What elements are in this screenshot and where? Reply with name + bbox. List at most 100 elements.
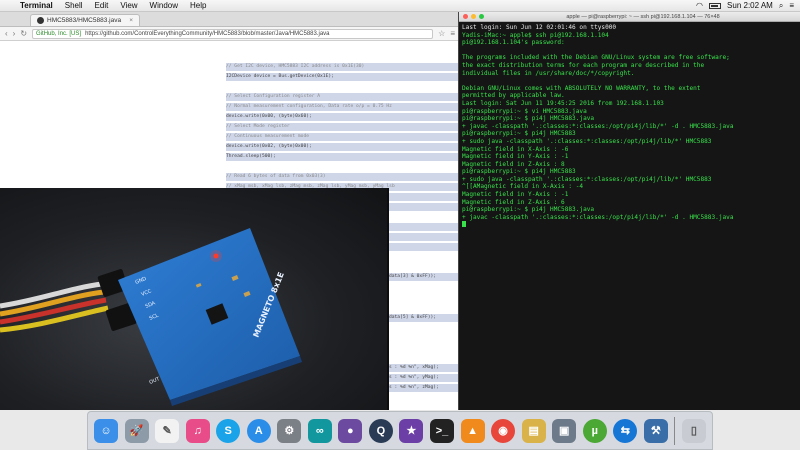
arduino-icon[interactable]: ∞ — [307, 418, 332, 443]
imovie-icon[interactable]: ★ — [399, 418, 424, 443]
minimize-window-icon[interactable] — [471, 14, 476, 19]
reload-icon[interactable]: ↻ — [20, 29, 27, 38]
terminal-line: Last login: Sat Jun 11 19:45:25 2016 fro… — [462, 99, 664, 107]
terminal-cursor — [462, 221, 466, 228]
screenshot-icon[interactable]: ▣ — [552, 418, 577, 443]
pin-label-out: OUT — [149, 376, 162, 386]
dock: ☺ 🚀 ✎ ♫ S A ⚙ ∞ ● Q ★ >_ ▲ ◉ ▤ ▣ µ ⇆ ⚒ ▯ — [87, 411, 713, 450]
tab-close-icon[interactable]: × — [129, 17, 133, 24]
back-arrow-icon[interactable]: ‹ — [5, 29, 8, 38]
spotlight-icon[interactable]: ⌕ — [779, 1, 783, 11]
code-line: device.write(0x00, (byte)0x60); — [226, 113, 460, 121]
code-line-fragment: s : %d %n", xMag); — [389, 364, 458, 372]
code-line: // Select Configuration register A — [226, 93, 460, 101]
browser-tab[interactable]: HMC5883/HMC5883.java × — [30, 14, 140, 26]
notification-center-icon[interactable]: ≡ — [789, 1, 794, 10]
terminal-line: Last login: Sun Jun 12 02:01:46 on ttys0… — [462, 24, 617, 31]
github-icon[interactable]: ● — [338, 418, 363, 443]
code-line: // Read 6 bytes of data from 0x03(3) — [226, 173, 460, 181]
terminal-line: + javac -classpath '.:classes:*:classes:… — [462, 213, 734, 221]
terminal-line: + sudo java -classpath '.:classes:*:clas… — [462, 175, 712, 183]
terminal-line: + javac -classpath '.:classes:*:classes:… — [462, 122, 734, 130]
code-line: // Continuous measurement mode — [226, 133, 460, 141]
utorrent-icon[interactable]: µ — [582, 418, 607, 443]
menu-bar: Terminal Shell Edit View Window Help ◠ S… — [0, 0, 800, 12]
terminal-line: pi@raspberrypi:~ $ pi4j HMC5883 — [462, 168, 576, 176]
terminal-line: Magnetic field in Y-Axis : -1 — [462, 153, 569, 161]
finder-icon[interactable]: ☺ — [94, 418, 118, 443]
terminal-title: apple — pi@raspberrypi: ~ — ssh pi@192.1… — [566, 13, 720, 20]
launchpad-icon[interactable]: 🚀 — [124, 418, 149, 443]
menu-item-window[interactable]: Window — [144, 1, 184, 10]
code-line: // Normal measurement configuration, Dat… — [226, 103, 460, 111]
sensor-photo: MAGNETO 8x1E GND VCC SDA SCL OUT — [0, 188, 389, 410]
terminal-line: Yadis-iMac:~ apple$ ssh pi@192.168.1.104 — [462, 31, 609, 39]
browser-tab-bar: HMC5883/HMC5883.java × — [0, 12, 460, 27]
browser-menu-icon[interactable]: ≡ — [450, 29, 455, 38]
terminal-line: permitted by applicable law. — [462, 92, 565, 100]
bookmark-star-icon[interactable]: ☆ — [438, 29, 445, 38]
terminal-output[interactable]: Last login: Sun Jun 12 02:01:46 on ttys0… — [459, 22, 800, 410]
forward-arrow-icon[interactable]: › — [13, 29, 16, 38]
url-input[interactable]: GitHub, Inc. [US] https://github.com/Con… — [32, 28, 434, 39]
terminal-line: The programs included with the Debian GN… — [462, 54, 730, 62]
code-line: device.write(0x02, (byte)0x00); — [226, 143, 460, 151]
close-window-icon[interactable] — [463, 14, 468, 19]
terminal-line: Magnetic field in Y-Axis : -1 — [462, 191, 569, 199]
menu-item-view[interactable]: View — [114, 1, 143, 10]
terminal-prompt-line[interactable] — [462, 221, 797, 229]
zoom-window-icon[interactable] — [479, 14, 484, 19]
code-line: // Get I2C device, HMC5883 I2C address i… — [226, 63, 460, 71]
code-line-fragment: s : %d %n", yMag); — [389, 374, 458, 382]
quicktime-icon[interactable]: Q — [368, 418, 393, 443]
archive-utility-icon[interactable]: ▤ — [521, 418, 546, 443]
dock-separator — [674, 416, 676, 445]
terminal-window[interactable]: apple — pi@raspberrypi: ~ — ssh pi@192.1… — [458, 12, 800, 410]
terminal-line: Debian GNU/Linux comes with ABSOLUTELY N… — [462, 84, 701, 92]
terminal-line: Magnetic field in Z-Axis : 8 — [462, 160, 565, 168]
terminal-line: pi@raspberrypi:~ $ vi HMC5883.java — [462, 107, 587, 115]
code-line-fragment: s : %d %n", zMag); — [389, 384, 458, 392]
terminal-line: pi@raspberrypi:~ $ pi4j HMC5883.java — [462, 115, 595, 123]
secure-site-label: GitHub, Inc. [US] — [36, 30, 82, 37]
code-line: Thread.sleep(500); — [226, 153, 460, 161]
menubar-status-area: ◠ Sun 2:02 AM ⌕ ≡ — [696, 1, 800, 11]
wifi-icon[interactable]: ◠ — [696, 1, 703, 10]
itunes-icon[interactable]: ♫ — [185, 418, 210, 443]
sensor-photo-image: MAGNETO 8x1E GND VCC SDA SCL OUT — [0, 228, 302, 406]
vlc-icon[interactable]: ▲ — [460, 418, 485, 443]
teamviewer-icon[interactable]: ⇆ — [613, 418, 638, 443]
address-bar-row: ‹ › ↻ GitHub, Inc. [US] https://github.c… — [0, 27, 460, 41]
terminal-line: the exact distribution terms for each pr… — [462, 61, 705, 69]
menu-item-help[interactable]: Help — [184, 1, 212, 10]
appstore-icon[interactable]: A — [246, 418, 271, 443]
menu-item-terminal[interactable]: Terminal — [14, 1, 59, 10]
code-line-fragment: data[5] & 0xFF)); — [389, 314, 458, 322]
system-preferences-icon[interactable]: ⚙ — [277, 418, 302, 443]
textedit-icon[interactable]: ✎ — [155, 418, 180, 443]
terminal-title-bar: apple — pi@raspberrypi: ~ — ssh pi@192.1… — [459, 12, 800, 22]
terminal-line: pi@192.168.1.104's password: — [462, 39, 565, 47]
url-text: https://github.com/ControlEverythingComm… — [85, 30, 330, 37]
menubar-clock[interactable]: Sun 2:02 AM — [727, 1, 773, 10]
menu-item-edit[interactable]: Edit — [89, 1, 115, 10]
terminal-line: ^[[AMagnetic field in X-Axis : -4 — [462, 183, 584, 191]
browser-tab-title: HMC5883/HMC5883.java — [47, 17, 122, 24]
trash-icon[interactable]: ▯ — [681, 418, 706, 443]
terminal-icon[interactable]: >_ — [430, 418, 455, 443]
code-line-fragment: data[3] & 0xFF)); — [389, 273, 458, 281]
battery-icon[interactable] — [709, 2, 722, 9]
terminal-line: pi@raspberrypi:~ $ pi4j HMC5883.java — [462, 206, 595, 214]
terminal-line: Magnetic field in X-Axis : -6 — [462, 145, 569, 153]
chrome-icon[interactable]: ◉ — [491, 418, 516, 443]
xcode-icon[interactable]: ⚒ — [643, 418, 668, 443]
terminal-line: Magnetic field in Z-Axis : 6 — [462, 198, 565, 206]
code-line: I2CDevice device = Bus.getDevice(0x1E); — [226, 73, 460, 81]
skype-icon[interactable]: S — [216, 418, 241, 443]
terminal-line: + sudo java -classpath '.:classes:*:clas… — [462, 137, 712, 145]
menu-item-shell[interactable]: Shell — [59, 1, 89, 10]
